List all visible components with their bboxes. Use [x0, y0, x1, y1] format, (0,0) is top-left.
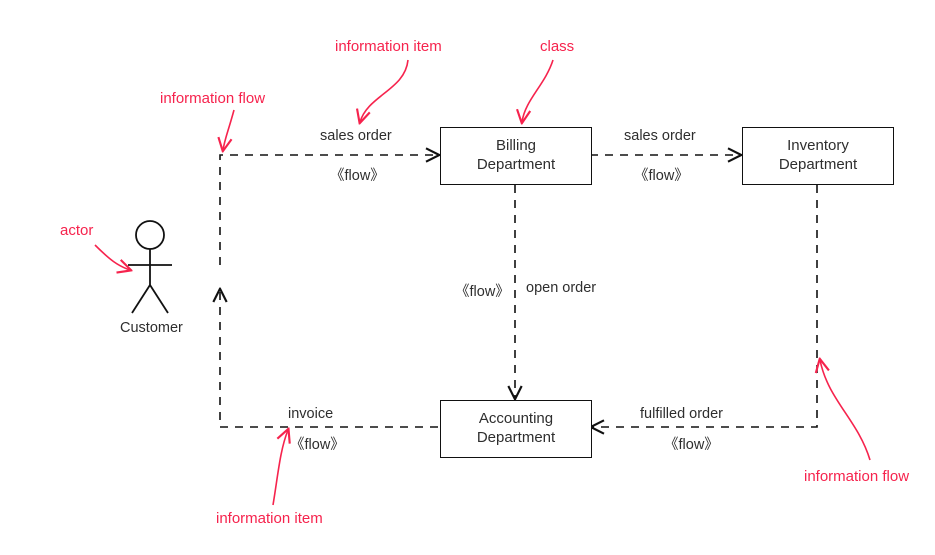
- flow5-item: invoice: [288, 406, 333, 422]
- class-inventory: InventoryDepartment: [742, 127, 894, 185]
- flow5-stereo: 《flow》: [290, 433, 345, 454]
- class-billing-label: BillingDepartment: [477, 137, 555, 175]
- anno-infoflow-2: information flow: [804, 468, 909, 485]
- flow4-stereo: 《flow》: [664, 433, 719, 454]
- flow3-stereo: 《flow》: [455, 280, 510, 301]
- class-inventory-label: InventoryDepartment: [779, 137, 857, 175]
- anno-class: class: [540, 38, 574, 55]
- flow1-stereo: 《flow》: [330, 164, 385, 185]
- class-accounting: AccountingDepartment: [440, 400, 592, 458]
- class-billing: BillingDepartment: [440, 127, 592, 185]
- flow4-item: fulfilled order: [640, 406, 723, 422]
- actor-label: Customer: [120, 320, 183, 336]
- flow2-item: sales order: [624, 128, 696, 144]
- flow3-item: open order: [526, 280, 596, 296]
- flow1-item: sales order: [320, 128, 392, 144]
- anno-actor: actor: [60, 222, 93, 239]
- diagram-canvas: BillingDepartment InventoryDepartment Ac…: [0, 0, 935, 555]
- flow-lines: [0, 0, 935, 555]
- anno-infoflow-1: information flow: [160, 90, 265, 107]
- class-accounting-label: AccountingDepartment: [477, 410, 555, 448]
- flow2-stereo: 《flow》: [634, 164, 689, 185]
- anno-infoitem-2: information item: [216, 510, 323, 527]
- anno-infoitem-1: information item: [335, 38, 442, 55]
